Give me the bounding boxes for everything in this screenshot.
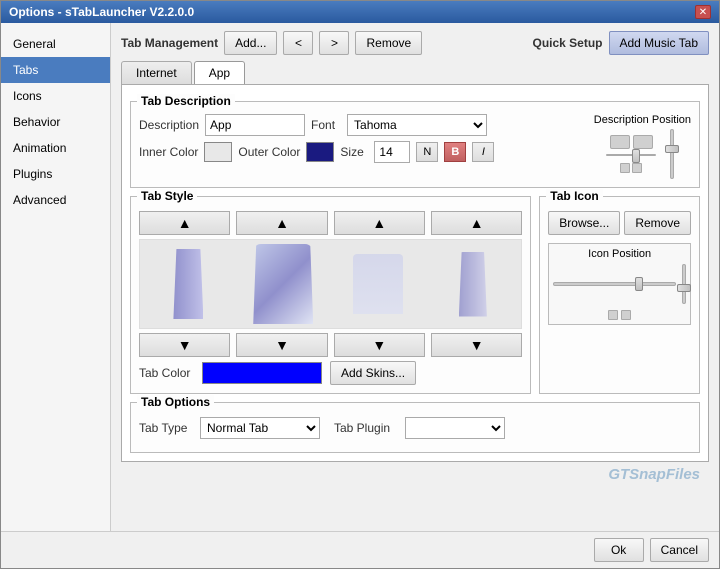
tab-color-swatch[interactable] (202, 362, 322, 384)
tab-app[interactable]: App (194, 61, 245, 84)
sub-tabs-row: Internet App (121, 61, 709, 84)
tab-plugin-select[interactable] (405, 417, 505, 439)
inner-color-label: Inner Color (139, 145, 198, 159)
next-button[interactable]: > (319, 31, 349, 55)
style-down-btn-3[interactable]: ▼ (334, 333, 425, 357)
tab-options-section: Tab Options Tab Type Normal Tab Music Ta… (130, 402, 700, 453)
style-down-btn-2[interactable]: ▼ (236, 333, 327, 357)
sidebar-item-advanced[interactable]: Advanced (1, 187, 110, 213)
tab-internet[interactable]: Internet (121, 61, 192, 84)
close-button[interactable]: ✕ (695, 5, 711, 19)
sidebar-item-animation[interactable]: Animation (1, 135, 110, 161)
footer-bar: Ok Cancel (1, 531, 719, 568)
main-content: Tab Management Add... < > Remove Quick S… (111, 23, 719, 531)
cancel-button[interactable]: Cancel (650, 538, 709, 562)
desc-position-sliders (606, 129, 678, 179)
desc-label: Description (139, 118, 199, 132)
watermark: GTSnapFiles (608, 466, 700, 483)
add-music-tab-button[interactable]: Add Music Tab (609, 31, 710, 55)
desc-position-area: Description Position (594, 114, 691, 179)
desc-position-label: Description Position (594, 114, 691, 126)
tab-options-title: Tab Options (137, 395, 214, 409)
app-panel: Tab Description Description Font Tahoma (121, 84, 709, 462)
quick-setup-toolbar: Quick Setup Add Music Tab (532, 31, 709, 55)
tab-icon-section: Tab Icon Browse... Remove Icon Position (539, 196, 700, 394)
tab-color-row: Tab Color Add Skins... (139, 361, 522, 385)
tab-preview-3 (338, 244, 418, 324)
sidebar-item-icons[interactable]: Icons (1, 83, 110, 109)
style-down-buttons: ▼ ▼ ▼ ▼ (139, 333, 522, 357)
font-label: Font (311, 118, 341, 132)
color-row: Inner Color Outer Color Size N B I (139, 141, 584, 163)
tab-management-label: Tab Management (121, 36, 218, 50)
tab-options-row: Tab Type Normal Tab Music Tab App Tab Ta… (139, 417, 691, 439)
italic-font-button[interactable]: I (472, 142, 494, 162)
tab-preview-1 (148, 244, 228, 324)
tab-icon-title: Tab Icon (546, 189, 602, 203)
remove-button[interactable]: Remove (355, 31, 422, 55)
tab-preview-area (139, 239, 522, 329)
normal-font-button[interactable]: N (416, 142, 438, 162)
inner-color-swatch[interactable] (204, 142, 232, 162)
style-up-buttons: ▲ ▲ ▲ ▲ (139, 211, 522, 235)
sidebar-item-general[interactable]: General (1, 31, 110, 57)
style-up-btn-4[interactable]: ▲ (431, 211, 522, 235)
main-window: Options - sTabLauncher V2.2.0.0 ✕ Genera… (0, 0, 720, 569)
tab-type-label: Tab Type (139, 421, 194, 435)
tab-description-section: Tab Description Description Font Tahoma (130, 101, 700, 188)
browse-icon-button[interactable]: Browse... (548, 211, 620, 235)
sidebar-item-tabs[interactable]: Tabs (1, 57, 110, 83)
tab-icon-buttons: Browse... Remove (548, 211, 691, 235)
tab-plugin-label: Tab Plugin (334, 421, 399, 435)
tab-type-select[interactable]: Normal Tab Music Tab App Tab (200, 417, 320, 439)
bold-font-button[interactable]: B (444, 142, 466, 162)
tab-description-title: Tab Description (137, 94, 235, 108)
style-up-btn-3[interactable]: ▲ (334, 211, 425, 235)
window-body: General Tabs Icons Behavior Animation Pl… (1, 23, 719, 531)
style-up-btn-1[interactable]: ▲ (139, 211, 230, 235)
outer-color-swatch[interactable] (306, 142, 334, 162)
style-up-btn-2[interactable]: ▲ (236, 211, 327, 235)
top-toolbars: Tab Management Add... < > Remove Quick S… (121, 31, 709, 55)
icon-position-label: Icon Position (553, 248, 686, 260)
quick-setup-label: Quick Setup (532, 36, 602, 50)
size-input[interactable] (374, 141, 410, 163)
add-button[interactable]: Add... (224, 31, 277, 55)
style-down-btn-1[interactable]: ▼ (139, 333, 230, 357)
title-bar: Options - sTabLauncher V2.2.0.0 ✕ (1, 1, 719, 23)
font-select[interactable]: Tahoma (347, 114, 487, 136)
sidebar-item-behavior[interactable]: Behavior (1, 109, 110, 135)
style-down-btn-4[interactable]: ▼ (431, 333, 522, 357)
remove-icon-button[interactable]: Remove (624, 211, 691, 235)
desc-input[interactable] (205, 114, 305, 136)
prev-button[interactable]: < (283, 31, 313, 55)
sidebar-item-plugins[interactable]: Plugins (1, 161, 110, 187)
window-title: Options - sTabLauncher V2.2.0.0 (9, 5, 194, 19)
size-label: Size (340, 145, 368, 159)
description-row: Description Font Tahoma (139, 114, 584, 136)
tab-color-label: Tab Color (139, 366, 194, 380)
ok-button[interactable]: Ok (594, 538, 644, 562)
tab-management-toolbar: Tab Management Add... < > Remove (121, 31, 422, 55)
add-skins-button[interactable]: Add Skins... (330, 361, 416, 385)
tab-style-section: Tab Style ▲ ▲ ▲ ▲ (130, 196, 531, 394)
sidebar: General Tabs Icons Behavior Animation Pl… (1, 23, 111, 531)
outer-color-label: Outer Color (238, 145, 300, 159)
tab-style-title: Tab Style (137, 189, 197, 203)
tab-preview-2 (243, 244, 323, 324)
tab-preview-4 (433, 244, 513, 324)
icon-position-area: Icon Position (548, 243, 691, 325)
